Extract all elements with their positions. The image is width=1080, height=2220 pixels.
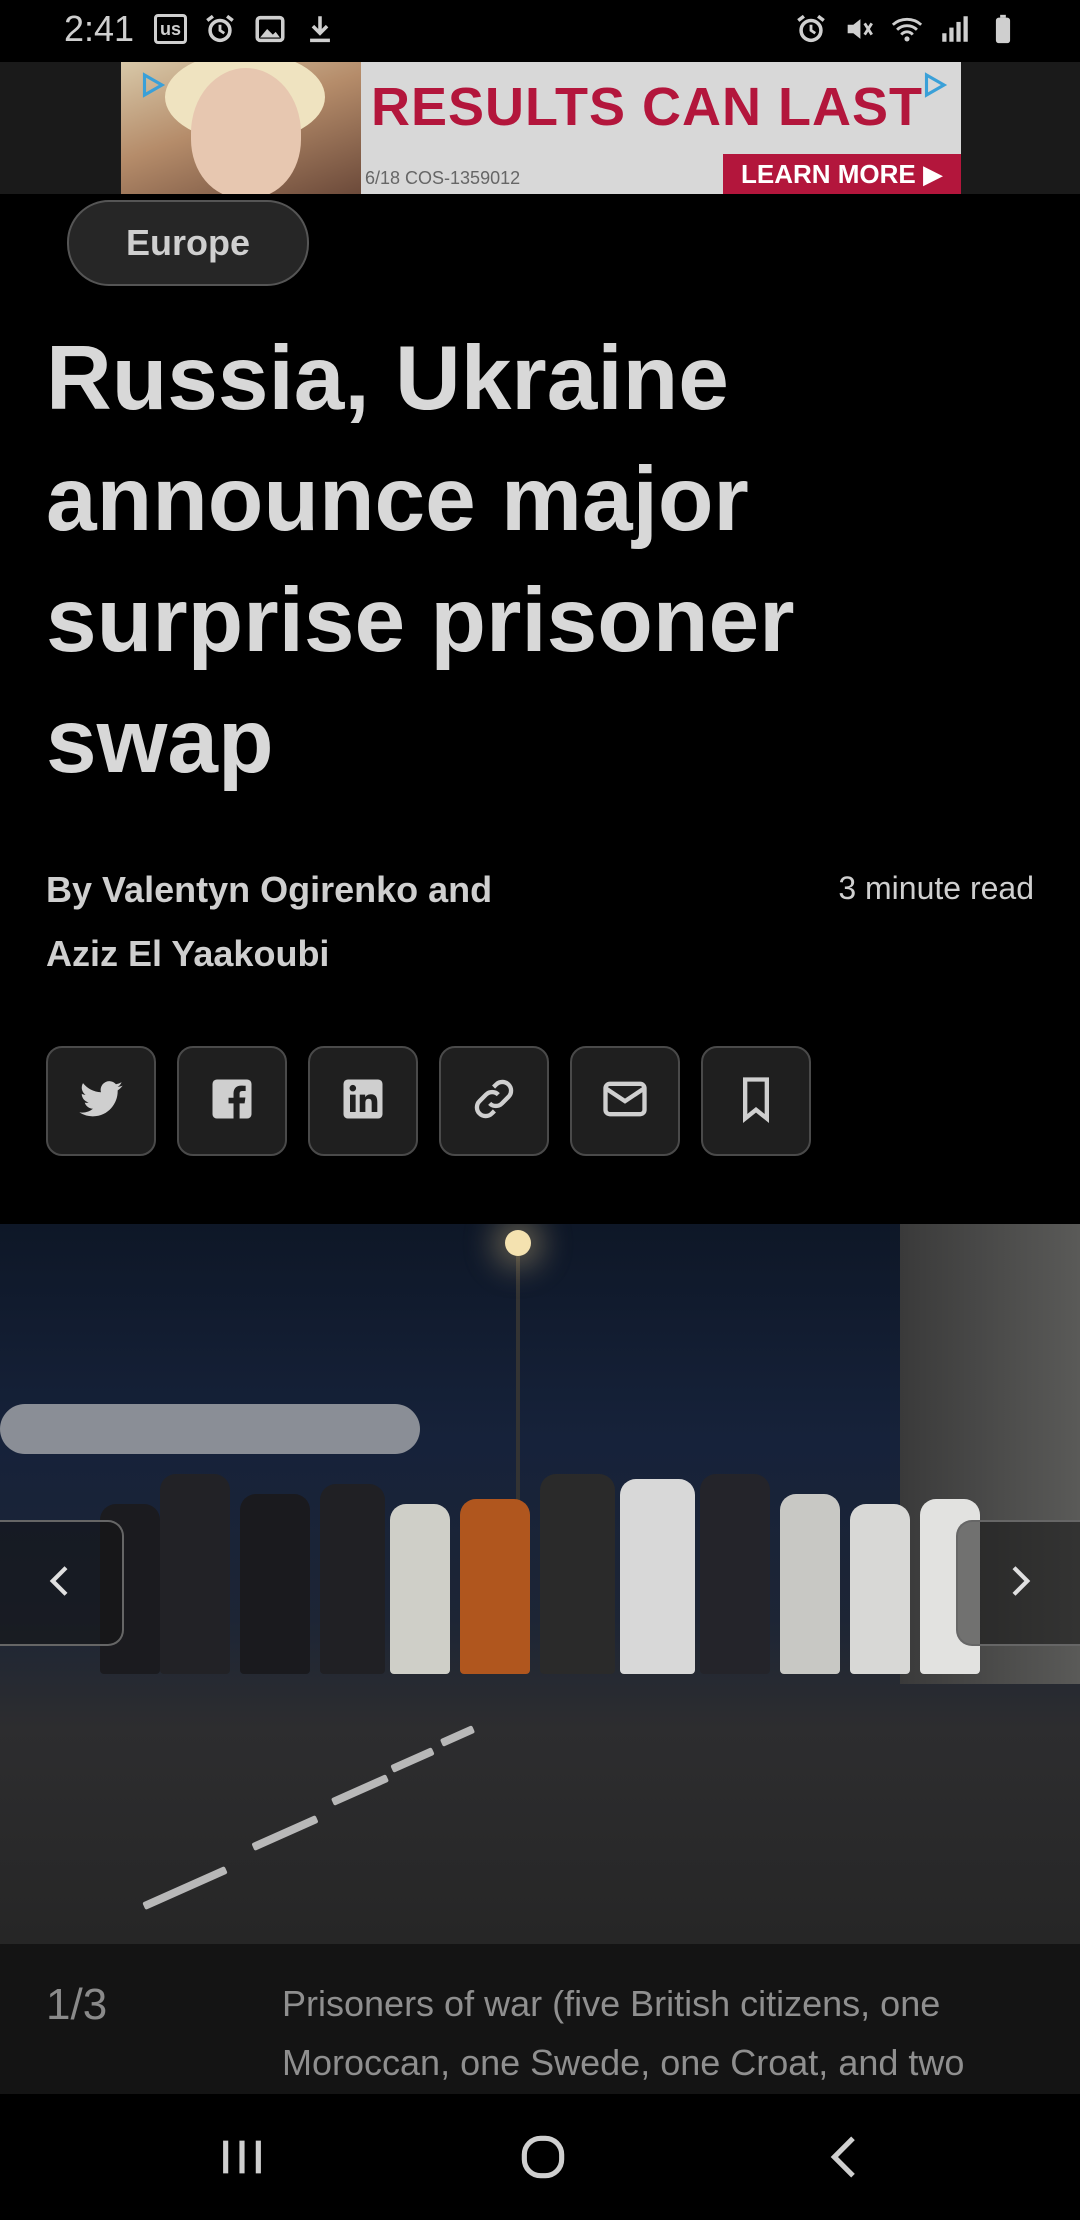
article-byline[interactable]: By Valentyn Ogirenko and Aziz El Yaakoub… bbox=[46, 858, 566, 986]
alarm-icon bbox=[203, 12, 237, 46]
back-icon bbox=[818, 2129, 874, 2190]
status-bar: 2:41 us bbox=[0, 0, 1080, 62]
share-bar bbox=[46, 1046, 811, 1156]
system-nav-bar bbox=[0, 2094, 1080, 2220]
ad-learn-more-button[interactable]: LEARN MORE ▶ bbox=[723, 154, 961, 194]
status-right-icons bbox=[794, 12, 1020, 46]
share-facebook-button[interactable] bbox=[177, 1046, 287, 1156]
article-photo[interactable] bbox=[0, 1224, 1080, 1944]
image-icon bbox=[253, 12, 287, 46]
photo-caption-bar: 1/3 Prisoners of war (five British citiz… bbox=[0, 1944, 1080, 2094]
bookmark-button[interactable] bbox=[701, 1046, 811, 1156]
ad-fine-print: 6/18 COS-1359012 bbox=[365, 168, 521, 188]
linkedin-icon bbox=[337, 1073, 389, 1130]
ad-headline: RESULTS CAN LAST bbox=[371, 77, 923, 137]
gallery-counter: 1/3 bbox=[46, 1980, 108, 2029]
mute-icon bbox=[842, 12, 876, 46]
chevron-right-icon bbox=[999, 1561, 1039, 1606]
article-headline: Russia, Ukraine announce major surprise … bbox=[46, 328, 795, 792]
gallery-next-button[interactable] bbox=[956, 1520, 1080, 1646]
us-badge-icon: us bbox=[154, 14, 188, 44]
facebook-icon bbox=[206, 1073, 258, 1130]
back-button[interactable] bbox=[806, 2124, 886, 2194]
photo-crowd bbox=[90, 1454, 1050, 1674]
category-tag[interactable]: Europe bbox=[67, 200, 309, 286]
wifi-icon bbox=[890, 12, 924, 46]
photo-caption: Prisoners of war (five British citizens,… bbox=[282, 1983, 965, 2083]
bookmark-icon bbox=[730, 1073, 782, 1130]
read-time: 3 minute read bbox=[838, 870, 1034, 906]
share-twitter-button[interactable] bbox=[46, 1046, 156, 1156]
share-email-button[interactable] bbox=[570, 1046, 680, 1156]
status-left-icons: us bbox=[154, 12, 337, 46]
download-icon bbox=[303, 12, 337, 46]
chevron-left-icon bbox=[41, 1561, 81, 1606]
ad-choices-icon[interactable] bbox=[919, 70, 949, 100]
copy-link-button[interactable] bbox=[439, 1046, 549, 1156]
home-icon bbox=[515, 2129, 571, 2190]
alarm-icon bbox=[794, 12, 828, 46]
twitter-icon bbox=[75, 1073, 127, 1130]
ad-choices-icon[interactable] bbox=[137, 70, 167, 100]
recents-icon bbox=[214, 2129, 270, 2190]
gallery-prev-button[interactable] bbox=[0, 1520, 124, 1646]
ad-banner-container: RESULTS CAN LAST 6/18 COS-1359012 LEARN … bbox=[0, 62, 1080, 194]
recents-button[interactable] bbox=[202, 2124, 282, 2194]
signal-icon bbox=[938, 12, 972, 46]
link-icon bbox=[468, 1073, 520, 1130]
share-linkedin-button[interactable] bbox=[308, 1046, 418, 1156]
home-button[interactable] bbox=[503, 2124, 583, 2194]
status-time: 2:41 bbox=[64, 8, 135, 49]
ad-banner[interactable]: RESULTS CAN LAST 6/18 COS-1359012 LEARN … bbox=[121, 62, 961, 194]
email-icon bbox=[599, 1073, 651, 1130]
battery-icon bbox=[986, 12, 1020, 46]
